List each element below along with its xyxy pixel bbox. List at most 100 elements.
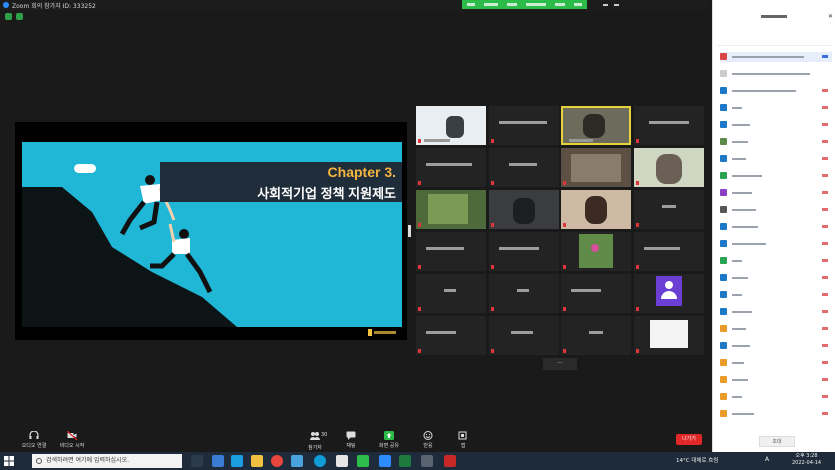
participant-tile[interactable] [634,148,704,187]
participant-tile[interactable] [634,274,704,313]
participant-row[interactable] [720,171,832,181]
close-icon[interactable]: ✕ [828,13,833,20]
status-icon [822,276,828,279]
participant-tile[interactable] [634,190,704,229]
leave-button[interactable]: 나가기 [676,434,702,445]
language-indicator[interactable]: A [765,456,769,463]
folder-icon[interactable] [251,455,263,467]
participant-row[interactable] [720,256,832,266]
participant-row[interactable] [720,273,832,283]
participant-name [732,209,756,211]
participant-search[interactable] [717,40,832,46]
participant-name [511,331,533,334]
participant-tile[interactable] [489,232,559,271]
weather-tray[interactable]: 14°C 대체로 흐림 [676,456,718,464]
avatar [720,291,727,298]
participant-row[interactable] [720,307,832,317]
mic-muted-icon [491,265,494,269]
participant-row[interactable] [720,86,832,96]
screen-share-status-bar[interactable] [462,0,587,9]
participant-row[interactable] [720,52,832,62]
participant-tile-active-speaker[interactable] [561,106,631,145]
participant-row[interactable] [720,375,832,385]
participant-tile[interactable] [416,232,486,271]
participant-tile[interactable] [561,190,631,229]
audio-button[interactable]: 오디오 연결 [15,428,53,449]
participant-row[interactable] [720,222,832,232]
share-screen-button[interactable]: 화면 공유 [370,428,408,449]
status-icon [822,310,828,313]
system-clock[interactable]: 오후 3:28 2022-04-14 [792,453,821,467]
participant-row[interactable] [720,409,832,419]
participant-row[interactable] [720,341,832,351]
participant-gallery [416,106,706,356]
excel-icon[interactable] [399,455,411,467]
participant-tile[interactable] [489,274,559,313]
participant-tile[interactable] [416,190,486,229]
participant-tile[interactable] [489,190,559,229]
participant-tile[interactable] [489,316,559,355]
participant-name [644,247,680,250]
participant-row[interactable] [720,358,832,368]
slide-logo [368,328,398,340]
task-view-icon[interactable] [191,455,203,467]
participants-button[interactable]: 30 참가자 [296,428,334,451]
maximize-icon[interactable] [614,4,619,6]
pdf-icon[interactable] [444,455,456,467]
participant-row[interactable] [720,239,832,249]
participant-tile[interactable] [416,148,486,187]
mic-muted-icon [563,181,566,185]
participant-row[interactable] [720,154,832,164]
gallery-next-page-button[interactable]: ··· [543,358,577,370]
chat-button[interactable]: 채팅 [332,428,370,449]
participant-name [732,362,744,364]
participant-tile[interactable] [416,316,486,355]
windows-start-icon[interactable] [4,456,14,466]
participant-tile[interactable] [561,274,631,313]
participant-row[interactable] [720,137,832,147]
participant-tile[interactable] [416,106,486,145]
participant-row[interactable] [720,324,832,334]
windows-app-icon[interactable] [212,455,224,467]
participant-tile[interactable] [561,148,631,187]
participant-tile[interactable] [489,106,559,145]
participant-row[interactable] [720,103,832,113]
settings-icon[interactable] [421,455,433,467]
participant-name [662,205,676,208]
reactions-label: 반응 [423,443,433,449]
edge-icon[interactable] [231,455,243,467]
participant-row[interactable] [720,188,832,198]
splitter-handle[interactable] [408,225,411,237]
mic-muted-icon [491,223,494,227]
participant-tile[interactable] [416,274,486,313]
status-icon [822,106,828,109]
chrome-icon[interactable] [271,455,283,467]
participant-tile[interactable] [561,232,631,271]
minimize-icon[interactable] [603,4,608,6]
zoom-taskbar-icon[interactable] [379,455,391,467]
participant-row[interactable] [720,392,832,402]
video-button[interactable]: 비디오 시작 [53,428,91,449]
participant-row[interactable] [720,69,832,79]
document-icon[interactable] [336,455,348,467]
meeting-toolbar: 오디오 연결 비디오 시작 30 참가자 채팅 화면 공유 반응 앱 [0,428,712,452]
status-icon [822,344,828,347]
photos-icon[interactable] [291,455,303,467]
participant-row[interactable] [720,290,832,300]
apps-button[interactable]: 앱 [444,428,482,449]
participant-tile[interactable] [634,316,704,355]
participant-tile[interactable] [634,232,704,271]
participant-row[interactable] [720,120,832,130]
mic-muted-icon [418,349,421,353]
taskbar-search[interactable]: 검색하려면 여기에 입력하십시오. [32,454,182,468]
reactions-button[interactable]: 반응 [409,428,447,449]
participant-tile[interactable] [561,316,631,355]
participant-tile[interactable] [489,148,559,187]
participant-name [499,121,547,124]
window-controls[interactable] [590,0,632,10]
participant-tile[interactable] [634,106,704,145]
edge-browser-icon[interactable] [314,455,326,467]
participant-row[interactable] [720,205,832,215]
invite-button[interactable]: 초대 [759,436,795,447]
kakaotalk-icon[interactable] [357,455,369,467]
